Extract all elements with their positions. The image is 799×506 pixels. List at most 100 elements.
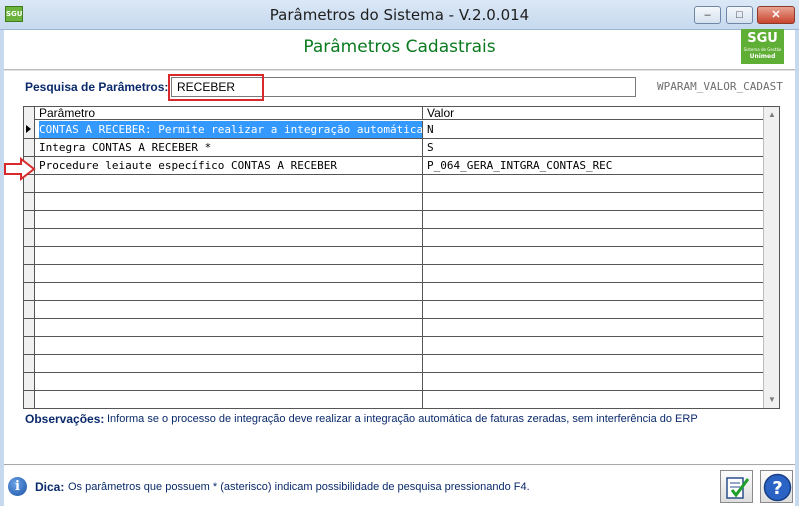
- window-frame-right: [795, 30, 799, 506]
- table-row[interactable]: [24, 319, 763, 337]
- confirm-icon: [726, 477, 750, 499]
- table-row[interactable]: CONTAS A RECEBER: Permite realizar a int…: [24, 121, 763, 139]
- row-marker[interactable]: [24, 121, 35, 138]
- row-marker[interactable]: [24, 355, 35, 372]
- cell-parametro[interactable]: [36, 391, 423, 408]
- row-marker[interactable]: [24, 301, 35, 318]
- cell-valor[interactable]: N: [424, 121, 763, 138]
- row-pointer-icon: [26, 125, 31, 133]
- table-row[interactable]: [24, 283, 763, 301]
- help-button[interactable]: ?: [760, 470, 793, 503]
- cell-parametro[interactable]: [36, 175, 423, 192]
- header-divider: [4, 69, 795, 71]
- grid-body: CONTAS A RECEBER: Permite realizar a int…: [24, 121, 763, 408]
- red-arrow-icon: [4, 157, 36, 181]
- cell-parametro[interactable]: [36, 229, 423, 246]
- table-row[interactable]: [24, 337, 763, 355]
- cell-parametro[interactable]: [36, 319, 423, 336]
- title-bar: SGU Parâmetros do Sistema - V.2.0.014 – …: [0, 0, 799, 30]
- table-row[interactable]: [24, 247, 763, 265]
- table-row[interactable]: [24, 265, 763, 283]
- maximize-button[interactable]: □: [726, 6, 753, 24]
- grid-header: Parâmetro Valor: [35, 107, 763, 120]
- cell-parametro[interactable]: [36, 355, 423, 372]
- row-marker[interactable]: [24, 337, 35, 354]
- cell-valor[interactable]: [424, 319, 763, 336]
- scroll-up-icon[interactable]: ▲: [766, 109, 778, 121]
- cell-parametro[interactable]: [36, 211, 423, 228]
- row-marker[interactable]: [24, 265, 35, 282]
- svg-text:?: ?: [772, 478, 782, 499]
- table-row[interactable]: [24, 301, 763, 319]
- table-row[interactable]: Integra CONTAS A RECEBER * S: [24, 139, 763, 157]
- footer-divider: [4, 464, 795, 466]
- row-marker[interactable]: [24, 139, 35, 156]
- parameters-grid[interactable]: Parâmetro Valor CONTAS A RECEBER: Permit…: [23, 106, 780, 409]
- scroll-down-icon[interactable]: ▼: [766, 394, 778, 406]
- cell-parametro[interactable]: [36, 265, 423, 282]
- grid-scrollbar[interactable]: ▲ ▼: [763, 107, 779, 408]
- observations-label: Observações:: [25, 412, 105, 426]
- table-row[interactable]: Procedure leiaute específico CONTAS A RE…: [24, 157, 763, 175]
- table-row[interactable]: [24, 229, 763, 247]
- cell-parametro[interactable]: CONTAS A RECEBER: Permite realizar a int…: [36, 121, 423, 138]
- cell-valor[interactable]: [424, 337, 763, 354]
- cell-valor[interactable]: P_064_GERA_INTGRA_CONTAS_REC: [424, 157, 763, 174]
- cell-valor[interactable]: [424, 373, 763, 390]
- cell-valor[interactable]: [424, 247, 763, 264]
- table-row[interactable]: [24, 175, 763, 193]
- close-button[interactable]: ✕: [757, 6, 795, 24]
- cell-parametro[interactable]: [36, 373, 423, 390]
- brand-org-text: Unimed: [749, 53, 776, 60]
- table-row[interactable]: [24, 373, 763, 391]
- cell-parametro[interactable]: Procedure leiaute específico CONTAS A RE…: [36, 157, 423, 174]
- cell-valor[interactable]: [424, 283, 763, 300]
- table-row[interactable]: [24, 391, 763, 408]
- observations-text: Informa se o processo de integração deve…: [107, 413, 698, 425]
- cell-parametro-text: Procedure leiaute específico CONTAS A RE…: [39, 159, 338, 172]
- cell-valor[interactable]: [424, 391, 763, 408]
- help-icon: ?: [763, 473, 792, 502]
- cell-valor[interactable]: [424, 229, 763, 246]
- cell-valor[interactable]: [424, 193, 763, 210]
- tip-text: Os parâmetros que possuem * (asterisco) …: [68, 481, 530, 493]
- row-marker[interactable]: [24, 373, 35, 390]
- field-code-label: WPARAM_VALOR_CADAST: [657, 80, 783, 93]
- cell-parametro-text: CONTAS A RECEBER: Permite realizar a int…: [39, 121, 422, 138]
- row-marker[interactable]: [24, 283, 35, 300]
- window-frame-left: [0, 30, 4, 506]
- column-header-parametro[interactable]: Parâmetro: [35, 107, 423, 120]
- cell-parametro[interactable]: [36, 247, 423, 264]
- cell-valor[interactable]: [424, 301, 763, 318]
- window-title: Parâmetros do Sistema - V.2.0.014: [269, 6, 530, 24]
- row-marker[interactable]: [24, 211, 35, 228]
- cell-parametro[interactable]: [36, 193, 423, 210]
- search-input[interactable]: [171, 77, 636, 97]
- row-marker[interactable]: [24, 229, 35, 246]
- table-row[interactable]: [24, 211, 763, 229]
- cell-parametro-text: Integra CONTAS A RECEBER *: [39, 141, 212, 154]
- cell-valor[interactable]: [424, 355, 763, 372]
- cell-valor[interactable]: [424, 265, 763, 282]
- tip-label: Dica:: [35, 480, 65, 494]
- cell-valor[interactable]: S: [424, 139, 763, 156]
- row-marker[interactable]: [24, 391, 35, 408]
- cell-valor[interactable]: [424, 211, 763, 228]
- info-icon: i: [8, 477, 27, 496]
- cell-parametro[interactable]: Integra CONTAS A RECEBER *: [36, 139, 423, 156]
- brand-logo: SGU Sistema de Gestão Unimed: [741, 29, 784, 64]
- cell-parametro[interactable]: [36, 301, 423, 318]
- table-row[interactable]: [24, 355, 763, 373]
- cell-parametro[interactable]: [36, 283, 423, 300]
- brand-main-text: SGU: [747, 31, 778, 46]
- cell-valor[interactable]: [424, 175, 763, 192]
- column-header-valor[interactable]: Valor: [423, 107, 763, 120]
- page-title: Parâmetros Cadastrais: [303, 37, 496, 57]
- minimize-button[interactable]: –: [694, 6, 721, 24]
- cell-parametro[interactable]: [36, 337, 423, 354]
- row-marker[interactable]: [24, 319, 35, 336]
- table-row[interactable]: [24, 193, 763, 211]
- confirm-button[interactable]: [720, 470, 753, 503]
- row-marker[interactable]: [24, 247, 35, 264]
- row-marker[interactable]: [24, 193, 35, 210]
